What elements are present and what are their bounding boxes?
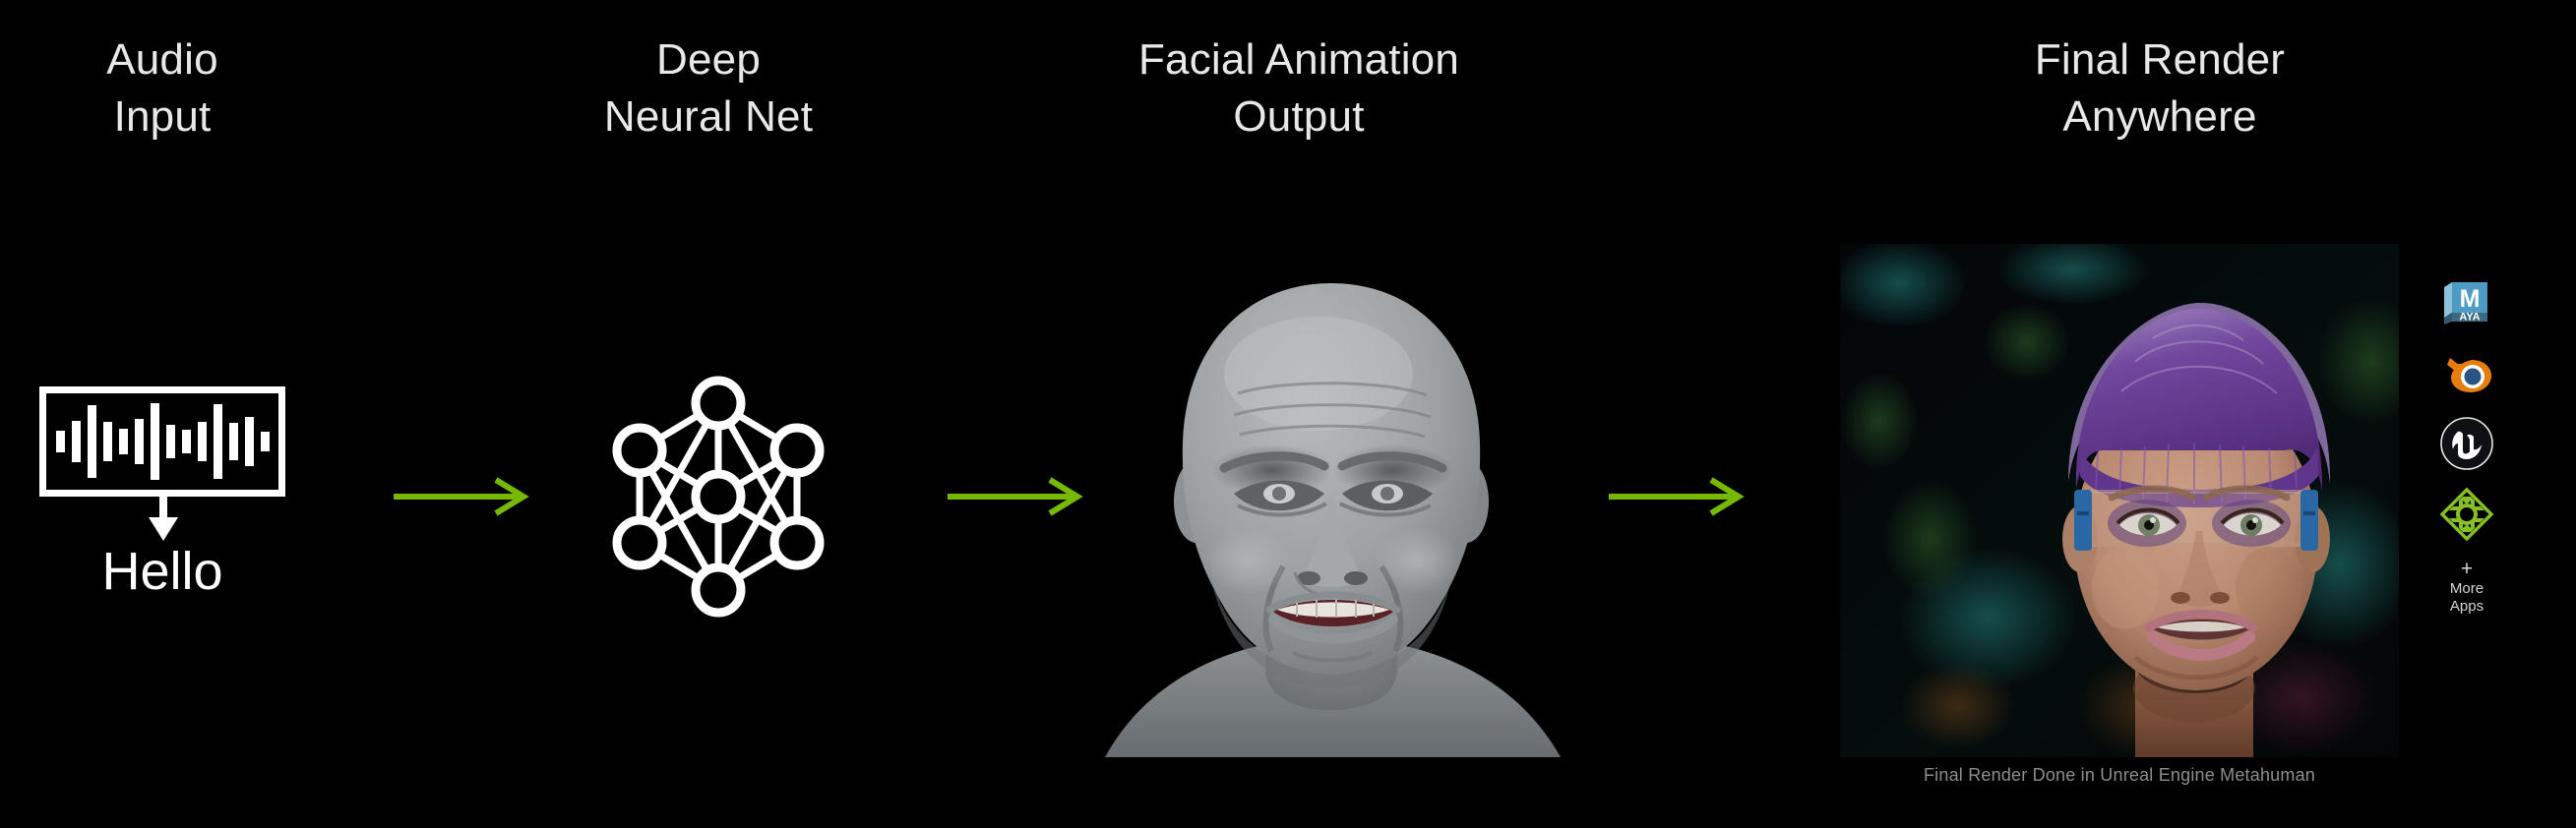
waveform-bar-10 <box>213 404 222 479</box>
maya-icon[interactable]: M AYA <box>2438 273 2495 330</box>
flow-arrow-3-icon <box>1609 477 1745 516</box>
flow-arrow-2-icon <box>948 477 1083 516</box>
waveform-bars <box>39 386 285 497</box>
waveform-bar-8 <box>181 430 191 453</box>
render-caption: Final Render Done in Unreal Engine Metah… <box>1923 765 2316 785</box>
plus-icon: + <box>2460 558 2474 580</box>
audio-transcript-label: Hello <box>101 542 223 601</box>
neural-network-icon <box>612 376 825 618</box>
more-apps-label[interactable]: + More Apps <box>2450 559 2484 615</box>
more-apps-line-1: More <box>2449 580 2484 597</box>
column-title-facial-animation: Facial Animation Output <box>1137 35 1460 142</box>
more-apps-line-2: Apps <box>2449 597 2484 615</box>
column-title-final-render: Final Render Anywhere <box>2034 35 2286 142</box>
waveform-bar-3 <box>102 422 112 461</box>
audio-waveform-icon <box>39 386 285 497</box>
svg-text:M: M <box>2460 285 2481 313</box>
metahuman-render <box>1840 244 2399 757</box>
waveform-bar-1 <box>71 421 81 462</box>
waveform-bar-12 <box>244 417 254 466</box>
waveform-bar-6 <box>150 403 159 480</box>
column-title-audio: Audio Input <box>106 35 218 142</box>
pipeline-diagram: Audio Input Deep Neural Net Facial Anima… <box>0 0 2576 828</box>
render-image <box>1840 244 2399 757</box>
waveform-bar-11 <box>228 423 238 460</box>
waveform-bar-7 <box>165 425 175 458</box>
downward-arrow-icon <box>149 490 178 541</box>
unreal-engine-icon[interactable] <box>2438 415 2495 472</box>
flow-arrow-1-icon <box>394 477 529 516</box>
waveform-bar-5 <box>134 419 144 464</box>
column-title-deep-neural-net: Deep Neural Net <box>603 35 814 142</box>
svg-text:AYA: AYA <box>2459 312 2480 324</box>
waveform-bar-2 <box>87 405 96 478</box>
grey-3d-head-model <box>1105 283 1561 757</box>
waveform-bar-9 <box>197 422 207 461</box>
app-icon-rail: M AYA + More Apps <box>2424 273 2509 615</box>
omniverse-icon[interactable] <box>2438 486 2495 543</box>
waveform-bar-13 <box>260 432 270 451</box>
waveform-bar-4 <box>118 429 128 454</box>
blender-icon[interactable] <box>2438 344 2495 401</box>
waveform-bar-0 <box>55 431 65 452</box>
